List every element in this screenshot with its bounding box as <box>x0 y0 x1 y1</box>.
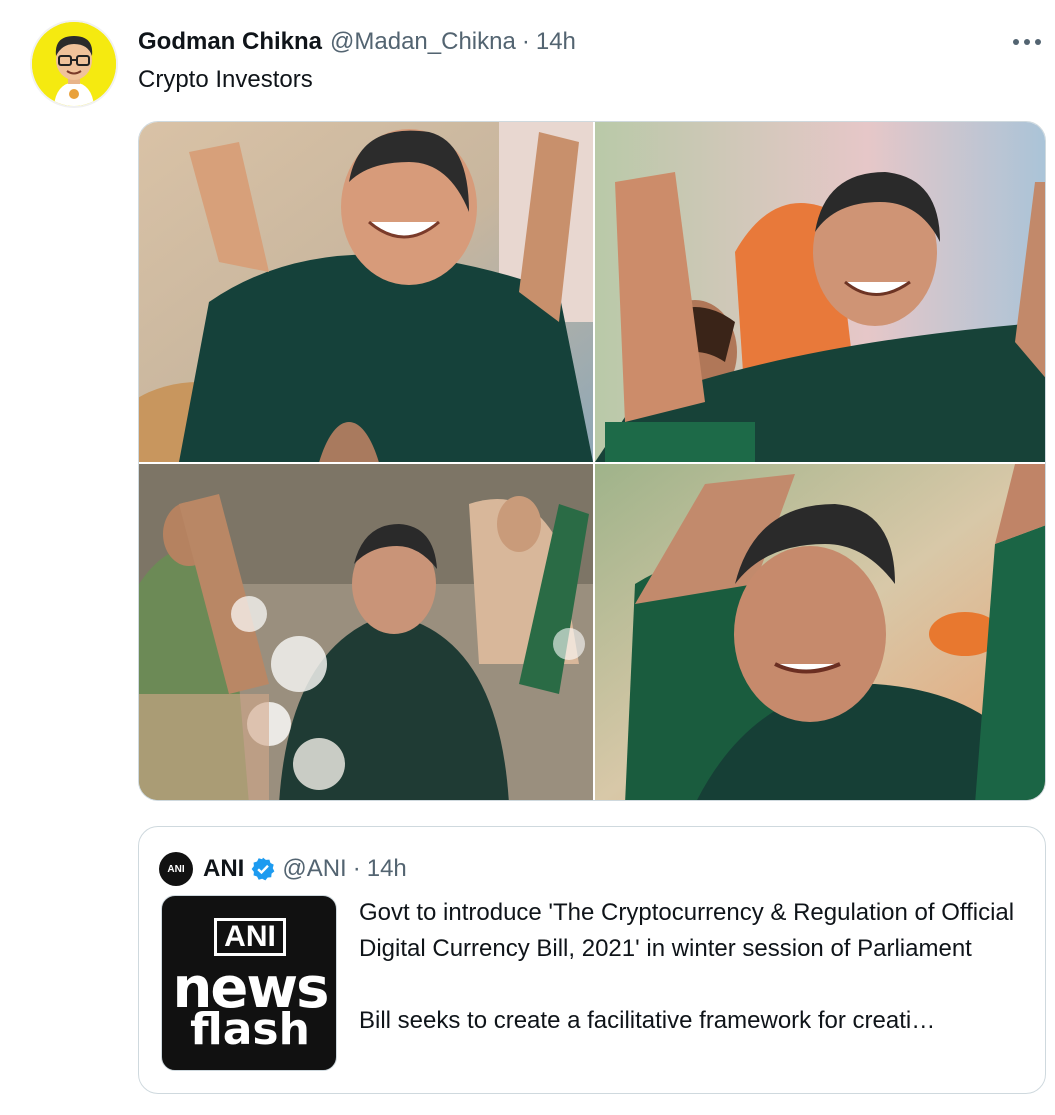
quote-display-name[interactable]: ANI <box>203 855 244 883</box>
quote-header: ANI ANI @ANI · 14h <box>159 851 407 887</box>
quote-paragraph-2: Bill seeks to create a facilitative fram… <box>359 1007 936 1034</box>
quote-timestamp[interactable]: 14h <box>367 855 407 883</box>
quote-paragraph-1: Govt to introduce 'The Cryptocurrency & … <box>359 899 1015 962</box>
photo-1[interactable] <box>139 122 593 462</box>
photo-4[interactable] <box>595 464 1045 800</box>
quote-separator: · <box>352 855 361 882</box>
photo-dancing-man-icon <box>139 122 593 462</box>
author-handle[interactable]: @Madan_Chikna <box>330 28 516 56</box>
ani-avatar[interactable]: ANI <box>159 852 193 886</box>
media-grid <box>138 121 1046 801</box>
more-options-button[interactable] <box>1007 26 1047 58</box>
tweet-header: Godman Chikna @Madan_Chikna · 14h <box>138 26 576 58</box>
avatar-cartoon-icon <box>32 22 116 106</box>
header-separator: · <box>521 28 530 55</box>
author-display-name[interactable]: Godman Chikna <box>138 28 322 56</box>
photo-crowd-dancing-icon <box>139 464 593 800</box>
quote-text: Govt to introduce 'The Cryptocurrency & … <box>359 895 1025 1039</box>
photo-smiling-man-icon <box>595 122 1045 462</box>
photo-2[interactable] <box>595 122 1045 462</box>
verified-badge-icon <box>250 856 276 882</box>
photo-3[interactable] <box>139 464 593 800</box>
more-horizontal-icon <box>1013 39 1041 45</box>
photo-crying-man-icon <box>595 464 1045 800</box>
tweet-text: Crypto Investors <box>138 66 313 93</box>
quote-handle[interactable]: @ANI <box>282 855 346 883</box>
quoted-tweet[interactable]: ANI ANI @ANI · 14h ANI news flash Govt t… <box>138 826 1046 1094</box>
thumbnail-logo-text: ANI <box>214 918 286 956</box>
thumbnail-flash-text: flash <box>190 1004 310 1055</box>
news-flash-thumbnail: ANI news flash <box>161 895 337 1071</box>
tweet-timestamp[interactable]: 14h <box>536 28 576 56</box>
author-avatar[interactable] <box>32 22 116 106</box>
